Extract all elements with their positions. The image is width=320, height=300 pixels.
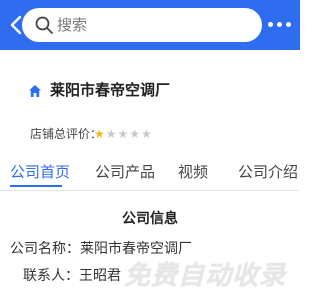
star-empty-icon: ★ (141, 127, 152, 141)
search-input[interactable]: 搜索 (22, 8, 262, 42)
watermark: 免费自动收录 (124, 261, 287, 291)
home-icon (29, 85, 41, 97)
info-value: 莱阳市春帝空调厂 (80, 241, 192, 257)
divider (0, 190, 300, 191)
star-empty-icon: ★ (105, 127, 117, 141)
info-value: 王昭君 (79, 268, 121, 284)
chevron-left-icon (10, 15, 22, 35)
tab-videos[interactable]: 视频 (178, 162, 208, 182)
shop-name: 莱阳市春帝空调厂 (50, 81, 171, 99)
more-dots-icon[interactable] (268, 22, 291, 27)
search-placeholder: 搜索 (57, 16, 88, 34)
info-row-company: 公司名称：莱阳市春帝空调厂 (10, 240, 192, 258)
active-tab-indicator (10, 185, 62, 187)
info-label: 联系人： (23, 268, 79, 284)
star-empty-icon: ★ (117, 127, 129, 141)
tab-home[interactable]: 公司首页 (10, 162, 70, 182)
info-label: 公司名称： (10, 241, 80, 257)
tab-products[interactable]: 公司产品 (95, 162, 155, 182)
rating-label: 店铺总评价： (30, 127, 103, 141)
section-title: 公司信息 (122, 211, 178, 227)
tab-about[interactable]: 公司介绍 (238, 162, 298, 182)
star-rating: ★ ★ ★ ★ ★ (94, 127, 152, 141)
info-row-contact: 联系人：王昭君 (23, 267, 121, 285)
search-icon (35, 16, 53, 34)
star-filled-icon: ★ (94, 127, 105, 141)
top-bar: 搜索 (0, 0, 300, 50)
star-empty-icon: ★ (129, 127, 141, 141)
